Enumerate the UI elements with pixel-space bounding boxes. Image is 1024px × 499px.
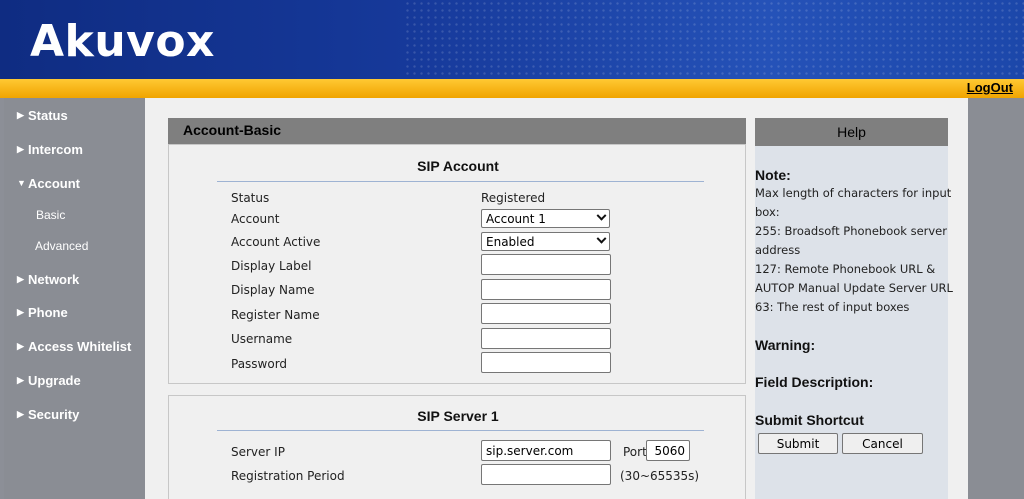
port-input[interactable] [646,440,690,461]
sip-account-section: SIP Account Status Registered Account Ac… [168,144,746,384]
sidebar-subitem-label: Basic [36,208,66,222]
triangle-right-icon: ▶ [17,341,24,351]
page-title: Account-Basic [183,122,282,138]
sidebar-item-label: Upgrade [28,373,81,388]
sidebar-subitem-advanced[interactable]: Advanced [4,236,145,258]
status-value: Registered [481,191,546,205]
note-line: box: [755,205,780,219]
sidebar-item-account[interactable]: ▼ Account [4,174,145,198]
sidebar-item-phone[interactable]: ▶ Phone [4,303,145,327]
section-divider [217,430,704,431]
display-label-label: Display Label [231,259,312,273]
register-name-label: Register Name [231,308,320,322]
note-line: 127: Remote Phonebook URL & [755,262,936,276]
sidebar: ▶ Status ▶ Intercom ▼ Account Basic Adva… [4,98,145,499]
orange-toolbar [0,79,1024,98]
sidebar-item-intercom[interactable]: ▶ Intercom [4,140,145,164]
server-ip-input[interactable] [481,440,611,461]
sidebar-subitem-basic[interactable]: Basic [4,205,145,227]
triangle-right-icon: ▶ [17,307,24,317]
cancel-button[interactable]: Cancel [842,433,923,454]
account-label: Account [231,212,280,226]
sidebar-item-label: Access Whitelist [28,339,132,354]
password-input[interactable] [481,352,611,373]
sidebar-item-label: Account [28,176,80,191]
sidebar-item-security[interactable]: ▶ Security [4,405,145,429]
sip-server-section: SIP Server 1 Server IP Port Registration… [168,395,746,499]
note-line: address [755,243,801,257]
section-title: SIP Account [417,158,499,174]
status-label: Status [231,191,270,205]
note-line: Max length of characters for input [755,186,952,200]
register-name-input[interactable] [481,303,611,324]
chevron-down-icon [596,233,607,244]
chevron-down-icon [596,210,607,221]
header-dot-pattern [404,0,1024,79]
sidebar-subitem-label: Advanced [35,239,89,253]
triangle-right-icon: ▶ [17,144,24,154]
username-input[interactable] [481,328,611,349]
sidebar-item-access-whitelist[interactable]: ▶ Access Whitelist [4,337,145,361]
server-ip-label: Server IP [231,445,285,459]
sidebar-item-status[interactable]: ▶ Status [4,106,145,130]
display-name-label: Display Name [231,283,315,297]
triangle-down-icon: ▼ [17,178,26,188]
display-label-input[interactable] [481,254,611,275]
sidebar-item-network[interactable]: ▶ Network [4,270,145,294]
panel-title-bar: Account-Basic [168,118,746,144]
note-heading: Note: [755,167,791,183]
help-title: Help [837,124,866,140]
logout-link[interactable]: LogOut [967,80,1013,95]
port-label: Port [623,445,647,459]
sidebar-item-label: Status [28,108,68,123]
password-label: Password [231,357,288,371]
triangle-right-icon: ▶ [17,110,24,120]
display-name-input[interactable] [481,279,611,300]
sidebar-item-label: Intercom [28,142,83,157]
sidebar-item-label: Security [28,407,80,422]
akuvox-logo: Akuvox [30,16,215,67]
sidebar-item-upgrade[interactable]: ▶ Upgrade [4,371,145,395]
registration-period-range: (30~65535s) [620,469,700,483]
note-line: 255: Broadsoft Phonebook server [755,224,947,238]
section-title: SIP Server 1 [417,408,499,424]
note-line: AUTOP Manual Update Server URL [755,281,953,295]
section-divider [217,181,704,182]
submit-button-label: Submit [776,437,820,451]
help-panel: Note: Max length of characters for input… [755,146,953,499]
account-active-select[interactable]: Enabled [481,232,610,251]
warning-heading: Warning: [755,337,816,353]
sidebar-item-label: Network [28,272,80,287]
field-description-heading: Field Description: [755,374,874,390]
submit-button[interactable]: Submit [758,433,838,454]
note-line: 63: The rest of input boxes [755,300,910,314]
triangle-right-icon: ▶ [17,274,24,284]
triangle-right-icon: ▶ [17,409,24,419]
username-label: Username [231,332,293,346]
submit-shortcut-heading: Submit Shortcut [755,412,864,428]
sidebar-item-label: Phone [28,305,68,320]
header-banner: Akuvox [0,0,1024,79]
account-active-select-value: Enabled [486,235,535,249]
cancel-button-label: Cancel [862,437,903,451]
right-margin [968,98,1024,499]
account-active-label: Account Active [231,235,321,249]
account-select[interactable]: Account 1 [481,209,610,228]
registration-period-label: Registration Period [231,469,345,483]
triangle-right-icon: ▶ [17,375,24,385]
help-title-bar: Help [755,118,948,146]
account-select-value: Account 1 [486,212,546,226]
registration-period-input[interactable] [481,464,611,485]
